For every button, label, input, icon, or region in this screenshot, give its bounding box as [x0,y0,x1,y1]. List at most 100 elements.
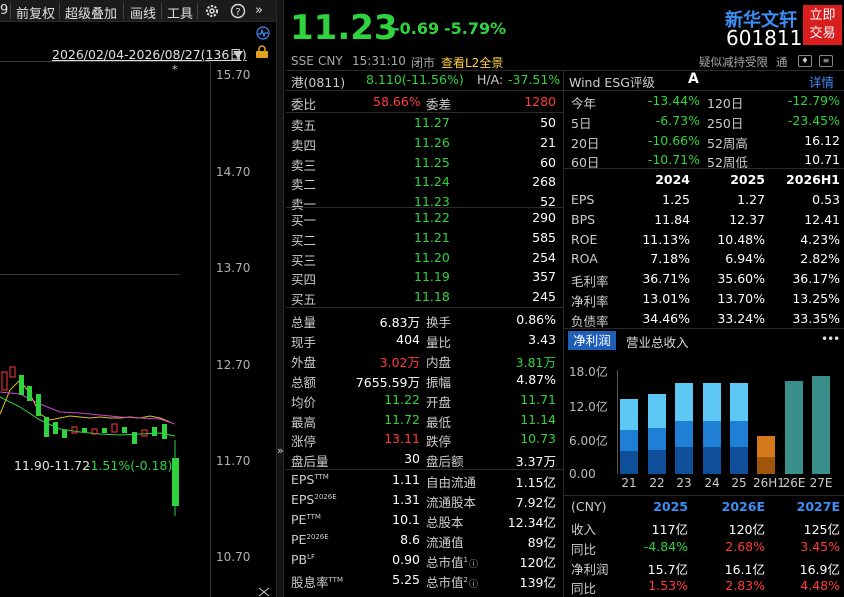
fin-value: 34.46% [642,310,690,326]
order-level-label: 买五 [291,292,317,308]
stat-value: 11.22 [384,391,420,407]
fin-row-label: ROE [571,231,598,247]
lock-icon[interactable] [255,45,269,62]
valuation-label: EPS2026E [291,492,337,507]
order-level-label: 买一 [291,213,317,228]
fin-value: 2.82% [800,251,840,267]
dropdown-triangle-icon[interactable] [233,48,243,62]
valuation-value: 0.90 [392,552,420,567]
info-icon[interactable]: ⓘ [469,580,478,590]
bar-segment[interactable] [648,427,666,451]
perf-label: 120日 [707,96,744,111]
y-tick: 13.70 [216,261,251,275]
bar-segment[interactable] [675,382,693,422]
chart-pulse-icon[interactable] [256,26,270,43]
tab-net-profit[interactable]: 净利润 [568,331,616,350]
bar-segment[interactable] [620,451,638,474]
forecast-value: 16.1亿 [724,561,765,577]
toolbar-cut-item[interactable]: 9 [0,3,8,18]
help-icon[interactable]: ? [230,3,246,22]
valuation-label: PBLF [291,552,315,567]
order-volume: 245 [532,289,556,305]
forecast-value: 4.48% [800,578,840,594]
stat-value: 11.14 [520,411,556,427]
tab-revenue[interactable]: 营业总收入 [626,332,689,351]
trade-button[interactable]: 立即 交易 [803,5,842,45]
badge-icon[interactable]: ♦ [798,55,812,67]
perf-value: 10.71 [804,152,840,168]
order-price[interactable]: 11.24 [414,174,450,189]
restriction-note-2[interactable]: 通 [776,54,788,70]
bar-segment[interactable] [703,421,721,447]
toolbar-separator [123,3,124,19]
bar-segment[interactable] [620,430,638,452]
bar-segment[interactable] [703,446,721,474]
bar-segment[interactable] [648,394,666,428]
order-price[interactable]: 11.18 [414,289,450,304]
y-tick: 15.70 [216,68,251,82]
valuation-value: 10.1 [392,512,420,527]
esg-detail-link[interactable]: 详情 [809,72,834,91]
currency: CNY [318,54,343,68]
price-axis-border [210,62,211,597]
stat-label: 最高 [291,414,317,430]
expand-panel-icon[interactable]: » [277,444,284,457]
stat-value: 11.71 [520,391,556,407]
order-price[interactable]: 11.21 [414,230,450,245]
toolbar-draw-line[interactable]: 画线 [130,3,156,22]
bar-segment[interactable] [730,421,748,447]
kline-chart[interactable]: 2026/02/04-2026/08/27(136日) * 15.70 14.7… [0,22,276,597]
bar-segment[interactable] [703,383,721,422]
bar-segment[interactable] [757,436,775,458]
resize-grip-icon[interactable] [258,586,270,597]
l2-link[interactable]: 查看L2全景 [441,54,503,71]
toolbar-separator [197,3,198,19]
perf-label: 250日 [707,115,744,131]
restriction-note[interactable]: 疑似减持受限 [699,54,768,70]
bar-segment[interactable] [757,457,775,474]
order-price[interactable]: 11.26 [414,135,450,150]
toolbar-tools[interactable]: 工具 [167,3,193,22]
y-tick: 14.70 [216,165,251,179]
hk-label[interactable]: 港(0811) [291,72,345,91]
forecast-value: 2.83% [725,578,765,594]
divider [286,112,563,113]
valuation-label: PETTM [291,512,321,527]
panel-splitter[interactable] [276,0,284,597]
fin-value: 36.17% [792,271,840,287]
bar-segment[interactable] [730,446,748,474]
chart-toolbar: 9 前复权 超级叠加 画线 工具 ? » [0,0,276,22]
valuation-label-text: PB [291,552,308,567]
stat-label: 涨停 [291,434,317,450]
gear-icon[interactable] [204,3,220,22]
stat-value: 10.73 [520,431,556,447]
toolbar-fuquan[interactable]: 前复权 [16,3,55,22]
bar-estimate[interactable] [812,376,830,474]
order-price[interactable]: 11.19 [414,269,450,284]
divider [286,307,563,308]
bar-segment[interactable] [648,450,666,474]
bar-segment[interactable] [675,421,693,447]
forecast-unit: (CNY) [571,499,607,514]
order-price[interactable]: 11.27 [414,115,450,130]
bar-segment[interactable] [730,383,748,422]
bar-estimate[interactable] [785,380,803,474]
perf-value: -10.66% [647,132,700,148]
order-level-label: 卖二 [291,177,317,193]
perf-value: -13.44% [647,93,700,108]
order-price[interactable]: 11.22 [414,210,450,225]
toolbar-overlay[interactable]: 超级叠加 [65,3,117,22]
menu-icon[interactable]: ≡ [819,55,833,67]
more-options-icon[interactable]: ••• [821,332,840,346]
info-icon[interactable]: ⓘ [469,560,478,570]
toolbar-more-icon[interactable]: » [255,3,263,18]
valuation-label-sup: 2026E [306,532,329,541]
bar-segment[interactable] [675,446,693,474]
order-price[interactable]: 11.20 [414,250,450,265]
stat-value: 7655.59万 [355,374,420,390]
bar-segment[interactable] [620,398,638,431]
order-price[interactable]: 11.25 [414,155,450,170]
stat-label: 现手 [291,334,317,350]
divider [563,168,844,169]
forecast-row-label: 同比 [571,581,597,597]
